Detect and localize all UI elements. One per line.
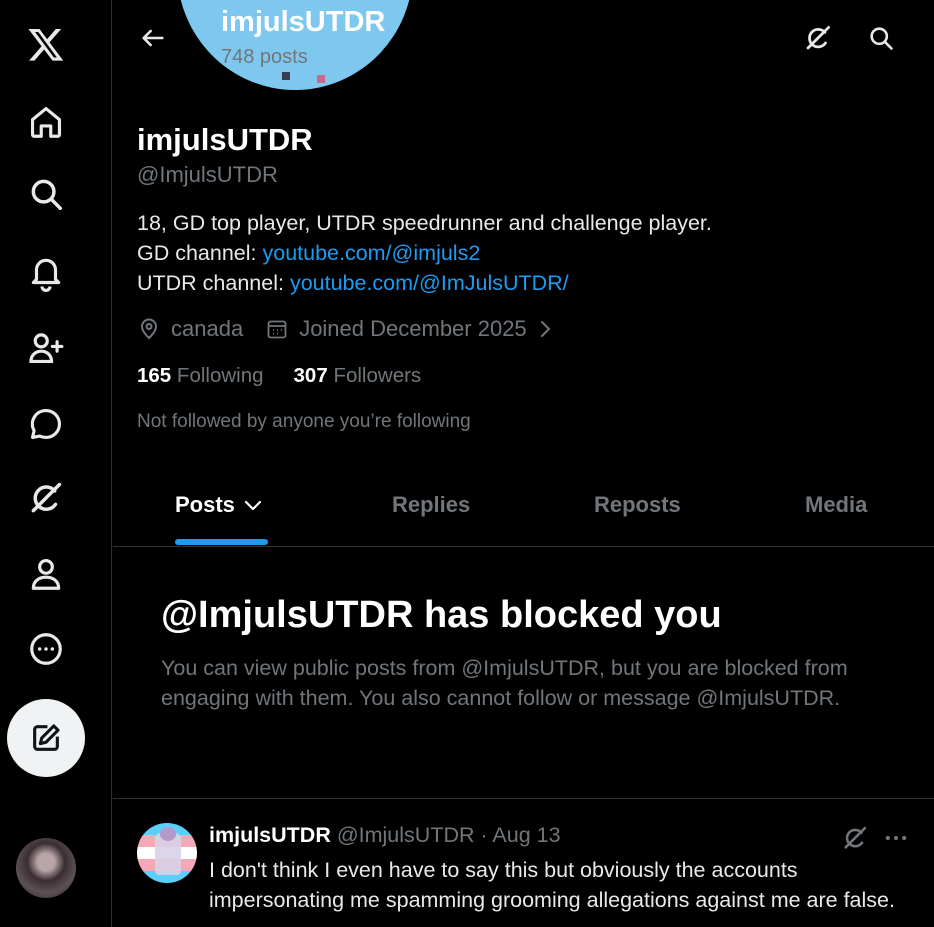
account-avatar[interactable]	[16, 838, 76, 898]
followers-number: 307	[293, 364, 328, 387]
search-icon	[870, 27, 893, 50]
app-root: imjulsUTDR 748 posts imjulsUTDR @ImjulsU…	[0, 0, 934, 927]
post-handle-date: @ImjulsUTDR · Aug 13	[330, 823, 561, 847]
chevron-down-icon	[244, 500, 262, 511]
post-author[interactable]: imjulsUTDR	[209, 823, 331, 847]
tab-media[interactable]: Media	[805, 492, 867, 518]
profile-main: imjulsUTDR 748 posts imjulsUTDR @ImjulsU…	[113, 0, 934, 927]
following-count[interactable]: 165 Following	[137, 364, 264, 388]
header-post-count: 748 posts	[221, 46, 308, 68]
compose-icon	[33, 724, 60, 751]
following-label: Following	[176, 364, 264, 387]
blocked-title: @ImjulsUTDR has blocked you	[161, 594, 722, 636]
bio-line: UTDR channel: youtube.com/@ImJulsUTDR/	[137, 268, 712, 298]
search-icon[interactable]	[18, 166, 74, 222]
search-button[interactable]	[861, 18, 901, 58]
tab-replies[interactable]: Replies	[392, 492, 470, 518]
compose-button[interactable]	[7, 699, 85, 777]
profile-tabs: Posts Replies Reposts Media	[113, 470, 934, 547]
grok-icon	[806, 26, 830, 50]
grok-icon[interactable]	[18, 470, 74, 526]
joined-text: Joined December 2025	[299, 316, 527, 341]
post-header: imjulsUTDR @ImjulsUTDR · Aug 13	[209, 823, 561, 848]
bio-utdr-label: UTDR channel:	[137, 271, 290, 295]
not-followed-notice: Not followed by anyone you’re following	[137, 411, 471, 432]
profile-bio: 18, GD top player, UTDR speedrunner and …	[137, 208, 712, 298]
back-arrow-icon	[142, 29, 164, 47]
grok-icon[interactable]	[841, 824, 869, 852]
profile-handle: @ImjulsUTDR	[137, 162, 278, 187]
back-button[interactable]	[133, 18, 173, 58]
post-text: I don't think I even have to say this bu…	[209, 858, 895, 912]
notifications-icon[interactable]	[18, 245, 74, 301]
x-logo-icon[interactable]	[18, 16, 74, 72]
divider	[113, 798, 934, 799]
display-name: imjulsUTDR	[137, 122, 313, 157]
followers-count[interactable]: 307 Followers	[294, 364, 422, 388]
tab-posts-label: Posts	[175, 492, 235, 517]
tab-reposts[interactable]: Reposts	[594, 492, 681, 518]
tab-posts[interactable]: Posts	[175, 492, 265, 518]
bio-line: GD channel: youtube.com/@imjuls2	[137, 238, 712, 268]
chevron-right-icon	[540, 321, 551, 337]
followers-label: Followers	[333, 364, 422, 387]
post-more-button[interactable]	[881, 824, 911, 852]
grok-button[interactable]	[798, 18, 838, 58]
active-tab-indicator	[175, 539, 268, 545]
location-text: canada	[171, 316, 244, 341]
sidebar	[0, 0, 112, 927]
follow-icon[interactable]	[18, 320, 74, 376]
more-horizontal-icon	[885, 835, 907, 841]
more-icon[interactable]	[18, 621, 74, 677]
joined-date[interactable]: Joined December 2025	[265, 316, 556, 342]
profile-icon[interactable]	[18, 546, 74, 602]
bio-gd-label: GD channel:	[137, 241, 263, 265]
following-number: 165	[137, 364, 172, 387]
post-avatar[interactable]	[137, 823, 197, 883]
profile-meta: canada Joined December 2025	[137, 316, 557, 342]
utdr-channel-link[interactable]: youtube.com/@ImJulsUTDR/	[290, 271, 569, 295]
blocked-message: You can view public posts from @ImjulsUT…	[161, 656, 848, 710]
top-bar: imjulsUTDR 748 posts	[113, 0, 934, 80]
header-title: imjulsUTDR	[221, 6, 386, 38]
location-pin-icon	[140, 318, 158, 340]
calendar-icon	[267, 320, 287, 339]
messages-icon[interactable]	[18, 396, 74, 452]
gd-channel-link[interactable]: youtube.com/@imjuls2	[262, 241, 480, 265]
home-icon[interactable]	[18, 94, 74, 150]
location: canada	[137, 316, 243, 342]
bio-line: 18, GD top player, UTDR speedrunner and …	[137, 211, 712, 235]
follow-counts: 165 Following 307 Followers	[137, 364, 421, 388]
